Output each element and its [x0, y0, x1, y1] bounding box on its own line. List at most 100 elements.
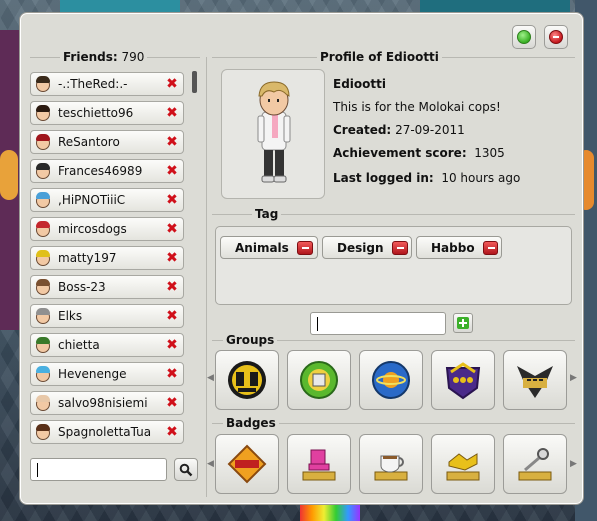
friend-name: ,HiPNOTiiiC: [58, 193, 126, 207]
remove-tag-icon[interactable]: [296, 240, 313, 255]
friend-name: salvo98nisiemi: [58, 396, 148, 410]
friend-row[interactable]: ReSantoro ✖: [30, 130, 184, 154]
remove-tag-icon[interactable]: [482, 240, 498, 255]
last-logged-label: Last logged in:: [333, 171, 434, 185]
profile-motto: This is for the Molokai cops!: [333, 100, 501, 114]
remove-friend-icon[interactable]: ✖: [164, 279, 180, 295]
group-emblem-icon: [300, 361, 338, 399]
friend-row[interactable]: SpagnolettaTua ✖: [30, 420, 184, 444]
friend-avatar-icon: [34, 394, 52, 412]
green-circle-icon: [517, 30, 531, 44]
friend-name: matty197: [58, 251, 117, 265]
friend-avatar-icon: [34, 423, 52, 441]
friends-label: Friends:: [63, 50, 118, 64]
tag-label: Animals: [235, 240, 289, 255]
tag-habbo[interactable]: Habbo: [416, 236, 502, 259]
chair-badge-icon: [302, 449, 336, 481]
remove-friend-icon[interactable]: ✖: [164, 76, 180, 92]
friend-avatar-icon: [34, 278, 52, 296]
groups-prev-arrow-icon[interactable]: ◀: [207, 373, 214, 383]
tag-input[interactable]: [310, 312, 446, 335]
friend-avatar-icon: [34, 249, 52, 267]
friend-avatar-icon: [34, 307, 52, 325]
close-button[interactable]: [544, 25, 568, 49]
badge-item[interactable]: [215, 434, 279, 494]
friend-name: Hevenenge: [58, 367, 127, 381]
remove-friend-icon[interactable]: ✖: [164, 134, 180, 150]
search-icon: [179, 463, 193, 476]
tag-animals[interactable]: Animals: [220, 236, 318, 259]
friend-avatar-icon: [34, 365, 52, 383]
remove-tag-icon[interactable]: [391, 240, 408, 255]
tag-label: Design: [337, 240, 384, 255]
remove-friend-icon[interactable]: ✖: [164, 105, 180, 121]
friend-row[interactable]: teschietto96 ✖: [30, 101, 184, 125]
friend-row[interactable]: salvo98nisiemi ✖: [30, 391, 184, 415]
friend-row[interactable]: -.:TheRed:.- ✖: [30, 72, 184, 96]
remove-friend-icon[interactable]: ✖: [164, 221, 180, 237]
badge-item[interactable]: [359, 434, 423, 494]
badge-item[interactable]: [287, 434, 351, 494]
group-badge[interactable]: [431, 350, 495, 410]
group-badge[interactable]: [503, 350, 567, 410]
achievement-value: 1305: [474, 146, 505, 160]
friend-name: chietta: [58, 338, 100, 352]
friends-header: Friends: 790: [60, 50, 148, 64]
friend-row[interactable]: mircosdogs ✖: [30, 217, 184, 241]
friend-name: Boss-23: [58, 280, 106, 294]
groups-next-arrow-icon[interactable]: ▶: [570, 373, 577, 383]
last-logged-value: 10 hours ago: [441, 171, 521, 185]
scrollbar-thumb[interactable]: [192, 71, 197, 93]
add-tag-button[interactable]: [453, 313, 473, 333]
badge-item[interactable]: [431, 434, 495, 494]
close-icon: [549, 30, 563, 44]
group-emblem-icon: [517, 366, 553, 398]
remove-friend-icon[interactable]: ✖: [164, 163, 180, 179]
friend-avatar-icon: [34, 336, 52, 354]
badges-next-arrow-icon[interactable]: ▶: [570, 459, 577, 469]
achievement-label: Achievement score:: [333, 146, 467, 160]
friend-name: mircosdogs: [58, 222, 127, 236]
friend-search-input[interactable]: [30, 458, 167, 481]
friend-row[interactable]: chietta ✖: [30, 333, 184, 357]
remove-friend-icon[interactable]: ✖: [164, 366, 180, 382]
created-value: 27-09-2011: [395, 123, 465, 137]
profile-window: Friends: 790 -.:TheRed:.- ✖ teschietto96 ✖ R…: [19, 12, 584, 505]
groups-header: Groups: [223, 333, 278, 347]
friend-search-button[interactable]: [174, 458, 198, 481]
friend-row[interactable]: Frances46989 ✖: [30, 159, 184, 183]
remove-friend-icon[interactable]: ✖: [164, 308, 180, 324]
handshake-badge-icon: [446, 453, 480, 481]
friend-row[interactable]: matty197 ✖: [30, 246, 184, 270]
friend-name: Frances46989: [58, 164, 143, 178]
friend-name: Elks: [58, 309, 83, 323]
group-emblem-icon: [445, 362, 481, 400]
key-badge-icon: [518, 448, 552, 481]
friend-row[interactable]: Elks ✖: [30, 304, 184, 328]
tag-design[interactable]: Design: [322, 236, 412, 259]
remove-friend-icon[interactable]: ✖: [164, 424, 180, 440]
group-badge[interactable]: [215, 350, 279, 410]
remove-friend-icon[interactable]: ✖: [164, 192, 180, 208]
profile-name: Ediootti: [333, 77, 386, 91]
friend-avatar-icon: [34, 104, 52, 122]
badges-prev-arrow-icon[interactable]: ◀: [207, 459, 214, 469]
minimize-button[interactable]: [512, 25, 536, 49]
friend-name: -.:TheRed:.-: [58, 77, 128, 91]
badge-item[interactable]: [503, 434, 567, 494]
staff-badge-icon: [227, 444, 267, 484]
friend-row[interactable]: Boss-23 ✖: [30, 275, 184, 299]
remove-friend-icon[interactable]: ✖: [164, 395, 180, 411]
group-badge[interactable]: [359, 350, 423, 410]
group-emblem-icon: [372, 361, 410, 399]
coffee-badge-icon: [374, 455, 408, 481]
friend-name: ReSantoro: [58, 135, 120, 149]
remove-friend-icon[interactable]: ✖: [164, 250, 180, 266]
group-badge[interactable]: [287, 350, 351, 410]
friend-name: teschietto96: [58, 106, 134, 120]
remove-friend-icon[interactable]: ✖: [164, 337, 180, 353]
friend-row[interactable]: Hevenenge ✖: [30, 362, 184, 386]
friend-row[interactable]: ,HiPNOTiiiC ✖: [30, 188, 184, 212]
friend-list-scrollbar[interactable]: [192, 71, 197, 446]
group-emblem-icon: [228, 361, 266, 399]
